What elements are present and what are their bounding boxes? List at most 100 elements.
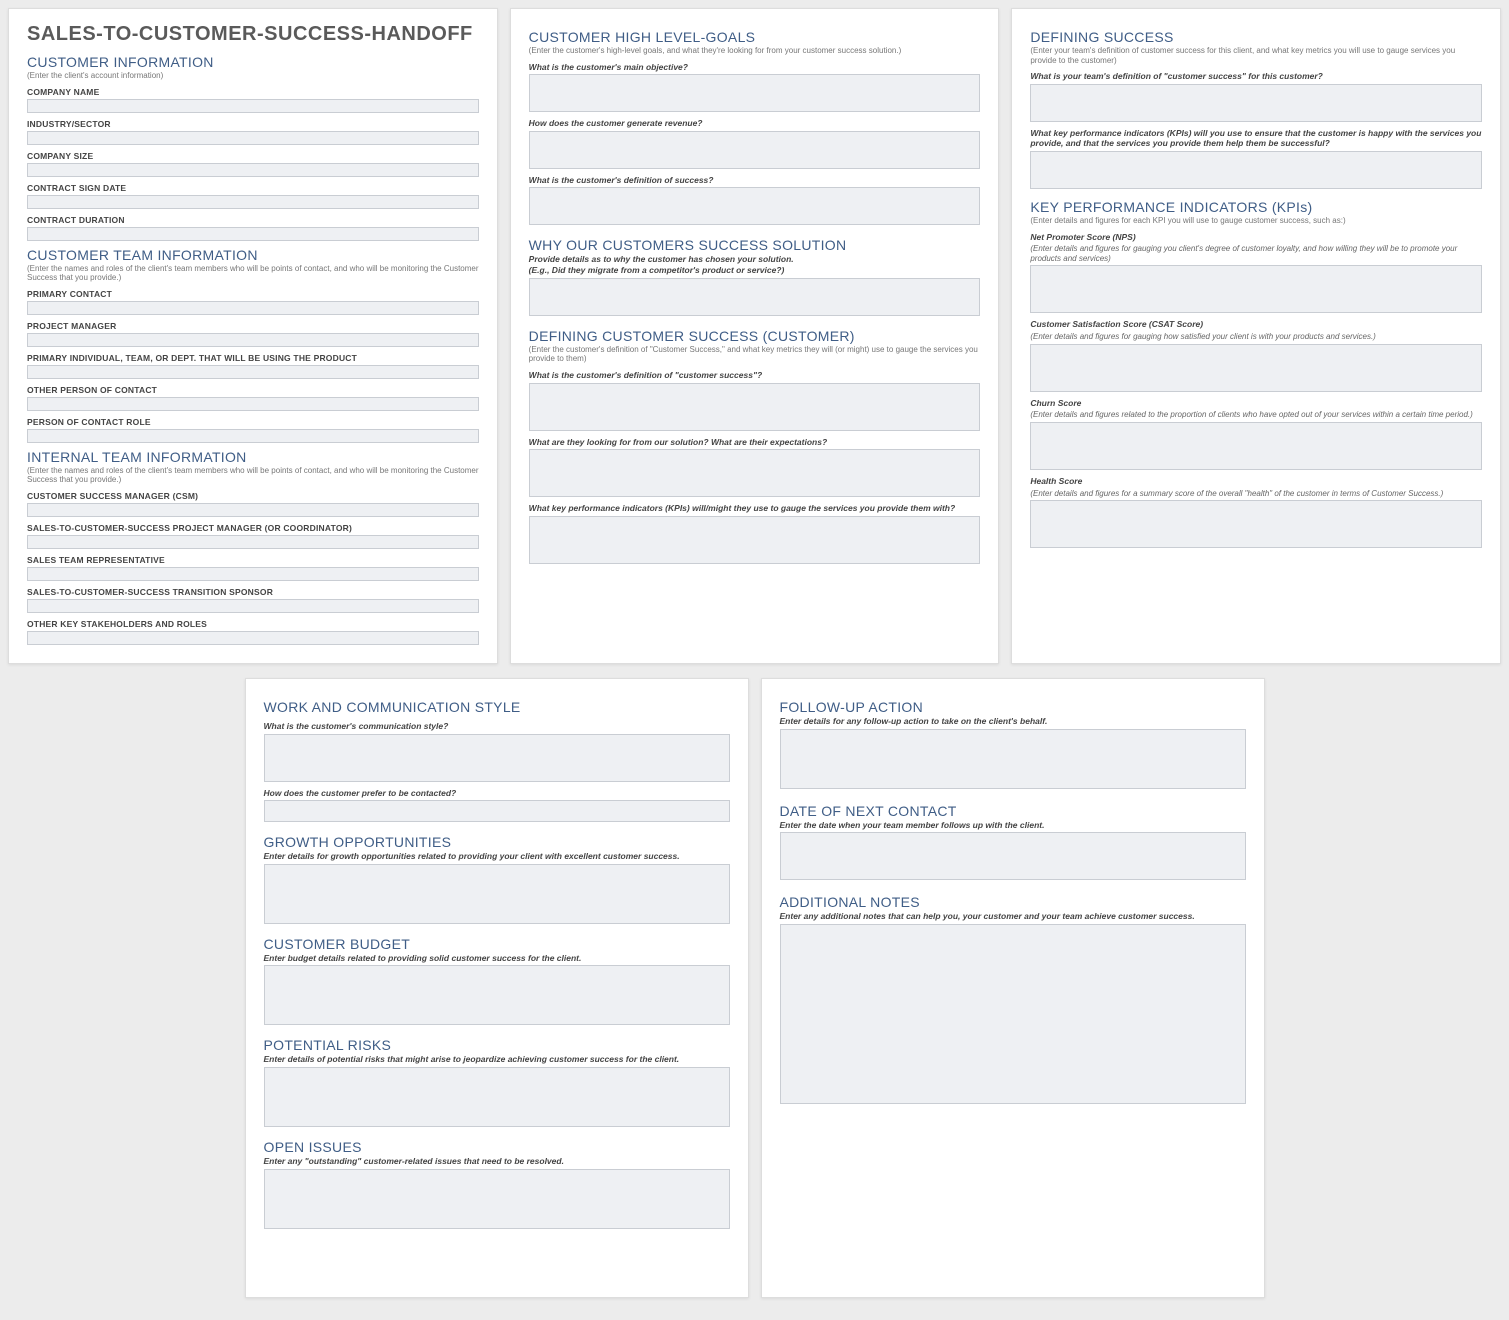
kpi-title: Health Score — [1030, 476, 1482, 487]
input-notes[interactable] — [780, 924, 1246, 1104]
section-title: DATE OF NEXT CONTACT — [780, 803, 1246, 819]
input-pm-coordinator[interactable] — [27, 535, 479, 549]
section-title: GROWTH OPPORTUNITIES — [264, 834, 730, 850]
kpi-desc: (Enter details and figures related to th… — [1030, 410, 1482, 420]
prompt: Enter the date when your team member fol… — [780, 820, 1246, 831]
input-comm-style[interactable] — [264, 734, 730, 782]
input-other-contact[interactable] — [27, 397, 479, 411]
field-label: CONTRACT DURATION — [27, 215, 479, 225]
input-customer-kpis[interactable] — [529, 516, 981, 564]
prompt-line: Provide details as to why the customer h… — [529, 254, 794, 264]
section-sub: (Enter the client's account information) — [27, 71, 479, 81]
section-sub: (Enter the names and roles of the client… — [27, 264, 479, 283]
row-1: SALES-TO-CUSTOMER-SUCCESS-HANDOFF CUSTOM… — [8, 8, 1501, 664]
input-contact-role[interactable] — [27, 429, 479, 443]
prompt: Enter budget details related to providin… — [264, 953, 730, 964]
input-contract-sign-date[interactable] — [27, 195, 479, 209]
prompt: Enter any "outstanding" customer-related… — [264, 1156, 730, 1167]
field-label: OTHER PERSON OF CONTACT — [27, 385, 479, 395]
field-label: COMPANY SIZE — [27, 151, 479, 161]
section-sub: (Enter your team's definition of custome… — [1030, 46, 1482, 65]
card-work-style: WORK AND COMMUNICATION STYLE What is the… — [245, 678, 749, 1298]
field-label: OTHER KEY STAKEHOLDERS AND ROLES — [27, 619, 479, 629]
input-cust-success-def[interactable] — [529, 383, 981, 431]
input-company-size[interactable] — [27, 163, 479, 177]
input-open-issues[interactable] — [264, 1169, 730, 1229]
prompt: Enter details for growth opportunities r… — [264, 851, 730, 862]
prompt: What key performance indicators (KPIs) w… — [529, 503, 981, 514]
input-revenue[interactable] — [529, 131, 981, 169]
input-team-kpis[interactable] — [1030, 151, 1482, 189]
section-title: DEFINING SUCCESS — [1030, 29, 1482, 45]
section-title: OPEN ISSUES — [264, 1139, 730, 1155]
input-company-name[interactable] — [27, 99, 479, 113]
card-customer-info: SALES-TO-CUSTOMER-SUCCESS-HANDOFF CUSTOM… — [8, 8, 498, 664]
input-team-success-def[interactable] — [1030, 84, 1482, 122]
field-label: SALES TEAM REPRESENTATIVE — [27, 555, 479, 565]
doc-title: SALES-TO-CUSTOMER-SUCCESS-HANDOFF — [27, 23, 479, 46]
input-health[interactable] — [1030, 500, 1482, 548]
input-nps[interactable] — [1030, 265, 1482, 313]
input-sales-rep[interactable] — [27, 567, 479, 581]
field-label: PRIMARY INDIVIDUAL, TEAM, OR DEPT. THAT … — [27, 353, 479, 363]
prompt: What is the customer's definition of "cu… — [529, 370, 981, 381]
kpi-desc: (Enter details and figures for gauging h… — [1030, 332, 1482, 342]
field-label: COMPANY NAME — [27, 87, 479, 97]
section-title: INTERNAL TEAM INFORMATION — [27, 449, 479, 465]
field-label: INDUSTRY/SECTOR — [27, 119, 479, 129]
input-primary-user[interactable] — [27, 365, 479, 379]
input-growth[interactable] — [264, 864, 730, 924]
input-main-objective[interactable] — [529, 74, 981, 112]
input-primary-contact[interactable] — [27, 301, 479, 315]
input-risks[interactable] — [264, 1067, 730, 1127]
input-followup[interactable] — [780, 729, 1246, 789]
section-title: WORK AND COMMUNICATION STYLE — [264, 699, 730, 715]
prompt: What is your team's definition of "custo… — [1030, 71, 1482, 82]
field-label: SALES-TO-CUSTOMER-SUCCESS TRANSITION SPO… — [27, 587, 479, 597]
prompt: What key performance indicators (KPIs) w… — [1030, 128, 1482, 149]
section-sub: (Enter the customer's definition of "Cus… — [529, 345, 981, 364]
kpi-title: Net Promoter Score (NPS) — [1030, 232, 1482, 243]
input-churn[interactable] — [1030, 422, 1482, 470]
field-label: PRIMARY CONTACT — [27, 289, 479, 299]
field-label: SALES-TO-CUSTOMER-SUCCESS PROJECT MANAGE… — [27, 523, 479, 533]
prompt: How does the customer prefer to be conta… — [264, 788, 730, 799]
section-title: WHY OUR CUSTOMERS SUCCESS SOLUTION — [529, 237, 981, 253]
input-contract-duration[interactable] — [27, 227, 479, 241]
card-follow-up: FOLLOW-UP ACTION Enter details for any f… — [761, 678, 1265, 1298]
section-title: ADDITIONAL NOTES — [780, 894, 1246, 910]
input-next-contact-date[interactable] — [780, 832, 1246, 880]
row-2: WORK AND COMMUNICATION STYLE What is the… — [245, 678, 1265, 1298]
input-industry[interactable] — [27, 131, 479, 145]
input-why-solution[interactable] — [529, 278, 981, 316]
section-sub: (Enter the names and roles of the client… — [27, 466, 479, 485]
prompt: What are they looking for from our solut… — [529, 437, 981, 448]
field-label: PROJECT MANAGER — [27, 321, 479, 331]
input-budget[interactable] — [264, 965, 730, 1025]
prompt: Enter any additional notes that can help… — [780, 911, 1246, 922]
input-csat[interactable] — [1030, 344, 1482, 392]
field-label: CUSTOMER SUCCESS MANAGER (CSM) — [27, 491, 479, 501]
input-contact-pref[interactable] — [264, 800, 730, 822]
input-other-stakeholders[interactable] — [27, 631, 479, 645]
card-high-level-goals: CUSTOMER HIGH LEVEL-GOALS (Enter the cus… — [510, 8, 1000, 664]
input-transition-sponsor[interactable] — [27, 599, 479, 613]
input-csm[interactable] — [27, 503, 479, 517]
section-title: CUSTOMER BUDGET — [264, 936, 730, 952]
kpi-desc: (Enter details and figures for a summary… — [1030, 489, 1482, 499]
prompt: Enter details of potential risks that mi… — [264, 1054, 730, 1065]
prompt: Provide details as to why the customer h… — [529, 254, 981, 275]
section-title: DEFINING CUSTOMER SUCCESS (CUSTOMER) — [529, 328, 981, 344]
input-project-manager[interactable] — [27, 333, 479, 347]
section-title: FOLLOW-UP ACTION — [780, 699, 1246, 715]
prompt: What is the customer's main objective? — [529, 62, 981, 73]
kpi-title: Customer Satisfaction Score (CSAT Score) — [1030, 319, 1482, 330]
field-label: CONTRACT SIGN DATE — [27, 183, 479, 193]
kpi-title: Churn Score — [1030, 398, 1482, 409]
section-title: POTENTIAL RISKS — [264, 1037, 730, 1053]
section-title: CUSTOMER HIGH LEVEL-GOALS — [529, 29, 981, 45]
prompt: What is the customer's definition of suc… — [529, 175, 981, 186]
prompt: Enter details for any follow-up action t… — [780, 716, 1246, 727]
input-success-def[interactable] — [529, 187, 981, 225]
input-expectations[interactable] — [529, 449, 981, 497]
